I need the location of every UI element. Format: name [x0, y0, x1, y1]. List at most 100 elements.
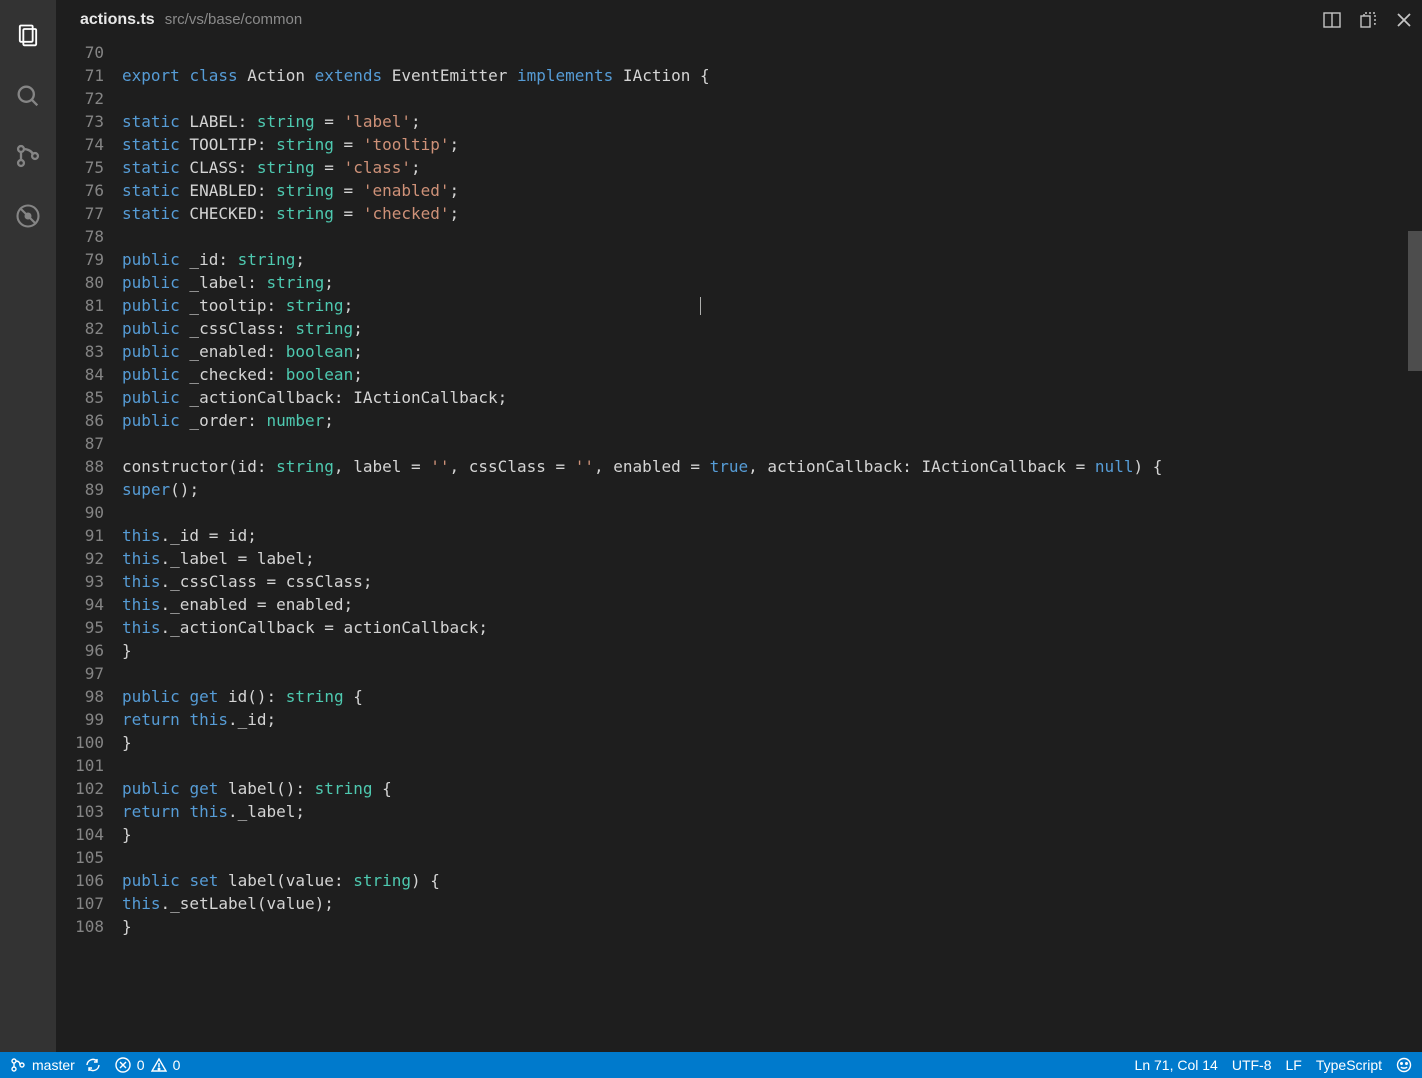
status-feedback[interactable] — [1396, 1057, 1412, 1073]
code-line[interactable]: 101 — [56, 754, 1422, 777]
open-editor-title[interactable]: actions.ts src/vs/base/common — [80, 11, 302, 29]
code-line[interactable]: 105 — [56, 846, 1422, 869]
code-line[interactable]: 76 static ENABLED: string = 'enabled'; — [56, 179, 1422, 202]
line-text: return this._label; — [122, 800, 1422, 823]
line-number: 72 — [56, 87, 122, 110]
line-number: 95 — [56, 616, 122, 639]
code-line[interactable]: 75 static CLASS: string = 'class'; — [56, 156, 1422, 179]
line-text: return this._id; — [122, 708, 1422, 731]
code-line[interactable]: 99 return this._id; — [56, 708, 1422, 731]
line-number: 98 — [56, 685, 122, 708]
status-eol[interactable]: LF — [1286, 1057, 1302, 1073]
close-editor-icon[interactable] — [1394, 10, 1414, 30]
code-line[interactable]: 77 static CHECKED: string = 'checked'; — [56, 202, 1422, 225]
line-text: static CHECKED: string = 'checked'; — [122, 202, 1422, 225]
more-editors-icon[interactable] — [1358, 10, 1378, 30]
vertical-scrollbar[interactable] — [1408, 41, 1422, 1052]
code-line[interactable]: 71export class Action extends EventEmitt… — [56, 64, 1422, 87]
line-text: public _id: string; — [122, 248, 1422, 271]
line-text — [122, 432, 1422, 455]
code-line[interactable]: 83 public _enabled: boolean; — [56, 340, 1422, 363]
code-line[interactable]: 72 — [56, 87, 1422, 110]
code-line[interactable]: 87 — [56, 432, 1422, 455]
line-text — [122, 501, 1422, 524]
status-cursor-pos[interactable]: Ln 71, Col 14 — [1135, 1057, 1218, 1073]
line-number: 83 — [56, 340, 122, 363]
line-text — [122, 225, 1422, 248]
line-text: this._enabled = enabled; — [122, 593, 1422, 616]
line-number: 73 — [56, 110, 122, 133]
line-number: 99 — [56, 708, 122, 731]
code-line[interactable]: 97 — [56, 662, 1422, 685]
line-text: public _checked: boolean; — [122, 363, 1422, 386]
status-encoding[interactable]: UTF-8 — [1232, 1057, 1272, 1073]
status-branch[interactable]: master — [10, 1057, 101, 1073]
line-text: public get id(): string { — [122, 685, 1422, 708]
code-line[interactable]: 86 public _order: number; — [56, 409, 1422, 432]
code-line[interactable]: 88 constructor(id: string, label = '', c… — [56, 455, 1422, 478]
line-text: } — [122, 915, 1422, 938]
activity-scm[interactable] — [0, 128, 56, 184]
code-line[interactable]: 82 public _cssClass: string; — [56, 317, 1422, 340]
activity-search[interactable] — [0, 68, 56, 124]
code-line[interactable]: 92 this._label = label; — [56, 547, 1422, 570]
warning-icon — [151, 1057, 167, 1073]
line-text: static LABEL: string = 'label'; — [122, 110, 1422, 133]
code-line[interactable]: 74 static TOOLTIP: string = 'tooltip'; — [56, 133, 1422, 156]
line-number: 102 — [56, 777, 122, 800]
text-cursor — [700, 297, 701, 315]
code-line[interactable]: 81 public _tooltip: string; — [56, 294, 1422, 317]
branch-name: master — [32, 1057, 75, 1073]
line-text: } — [122, 823, 1422, 846]
line-text: public _order: number; — [122, 409, 1422, 432]
split-editor-icon[interactable] — [1322, 10, 1342, 30]
code-line[interactable]: 79 public _id: string; — [56, 248, 1422, 271]
code-line[interactable]: 103 return this._label; — [56, 800, 1422, 823]
code-editor[interactable]: 70 71export class Action extends EventEm… — [56, 41, 1422, 1052]
code-line[interactable]: 100 } — [56, 731, 1422, 754]
line-number: 77 — [56, 202, 122, 225]
editor-group: actions.ts src/vs/base/common 70 71 — [56, 0, 1422, 1052]
code-line[interactable]: 102 public get label(): string { — [56, 777, 1422, 800]
error-count: 0 — [137, 1057, 145, 1073]
line-text: } — [122, 731, 1422, 754]
code-line[interactable]: 80 public _label: string; — [56, 271, 1422, 294]
file-name: actions.ts — [80, 11, 155, 29]
code-line[interactable]: 106 public set label(value: string) { — [56, 869, 1422, 892]
status-bar: master 0 0 Ln 71, Col 14 UTF-8 LF TypeSc… — [0, 1052, 1422, 1078]
line-number: 82 — [56, 317, 122, 340]
line-text: export class Action extends EventEmitter… — [122, 64, 1422, 87]
code-line[interactable]: 104 } — [56, 823, 1422, 846]
code-line[interactable]: 85 public _actionCallback: IActionCallba… — [56, 386, 1422, 409]
code-line[interactable]: 98 public get id(): string { — [56, 685, 1422, 708]
line-text: static TOOLTIP: string = 'tooltip'; — [122, 133, 1422, 156]
line-number: 85 — [56, 386, 122, 409]
code-line[interactable]: 78 — [56, 225, 1422, 248]
scrollbar-thumb[interactable] — [1408, 231, 1422, 371]
line-text: this._label = label; — [122, 547, 1422, 570]
line-number: 70 — [56, 41, 122, 64]
code-line[interactable]: 96 } — [56, 639, 1422, 662]
status-problems[interactable]: 0 0 — [115, 1057, 181, 1073]
line-text: public _actionCallback: IActionCallback; — [122, 386, 1422, 409]
line-text: this._id = id; — [122, 524, 1422, 547]
code-line[interactable]: 94 this._enabled = enabled; — [56, 593, 1422, 616]
code-line[interactable]: 84 public _checked: boolean; — [56, 363, 1422, 386]
status-language[interactable]: TypeScript — [1316, 1057, 1382, 1073]
code-line[interactable]: 95 this._actionCallback = actionCallback… — [56, 616, 1422, 639]
line-text — [122, 87, 1422, 110]
code-line[interactable]: 107 this._setLabel(value); — [56, 892, 1422, 915]
code-line[interactable]: 90 — [56, 501, 1422, 524]
activity-explorer[interactable] — [0, 8, 56, 64]
activity-debug[interactable] — [0, 188, 56, 244]
code-line[interactable]: 70 — [56, 41, 1422, 64]
code-line[interactable]: 91 this._id = id; — [56, 524, 1422, 547]
code-line[interactable]: 73 static LABEL: string = 'label'; — [56, 110, 1422, 133]
line-number: 100 — [56, 731, 122, 754]
code-line[interactable]: 108 } — [56, 915, 1422, 938]
line-text — [122, 754, 1422, 777]
code-line[interactable]: 89 super(); — [56, 478, 1422, 501]
file-path: src/vs/base/common — [165, 11, 303, 28]
code-line[interactable]: 93 this._cssClass = cssClass; — [56, 570, 1422, 593]
sync-icon[interactable] — [85, 1057, 101, 1073]
